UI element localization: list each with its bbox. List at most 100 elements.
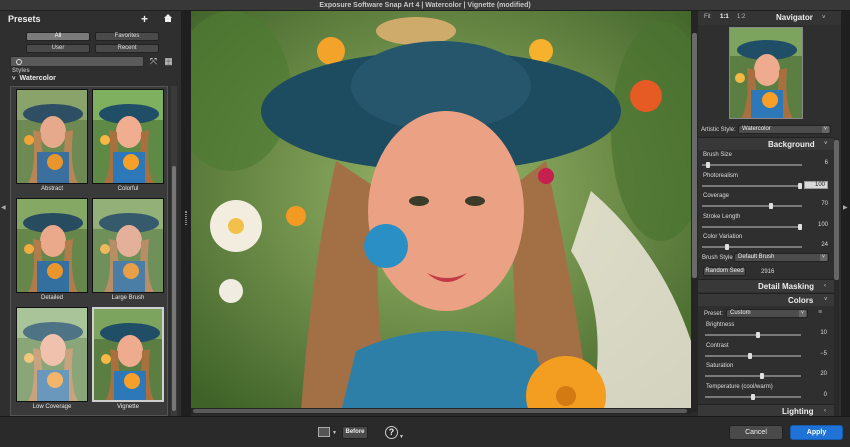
settings-scroll-thumb[interactable] xyxy=(834,140,839,280)
preset-colorful[interactable]: Colorful xyxy=(92,89,164,193)
help-icon[interactable]: ? xyxy=(385,426,398,439)
slider-knob[interactable] xyxy=(706,162,710,168)
slider-label: Coverage xyxy=(703,193,730,199)
slider-label: Color Variation xyxy=(703,234,743,240)
color-preset-dropdown[interactable]: Custom ˅ xyxy=(726,309,808,318)
slider-track[interactable] xyxy=(705,354,801,357)
image-canvas[interactable] xyxy=(191,11,691,412)
slider-track[interactable] xyxy=(705,375,801,377)
styles-section-label: Styles xyxy=(12,68,30,74)
slider-knob[interactable] xyxy=(760,373,764,379)
split-view-icon[interactable] xyxy=(318,427,330,437)
preset-thumbnail xyxy=(16,307,88,402)
background-section-header[interactable]: Background ˅ xyxy=(698,137,834,150)
preset-grid: Abstract Colorful Detailed Large Brush L… xyxy=(10,86,168,416)
slider-track[interactable] xyxy=(702,164,802,166)
group-label: Watercolor xyxy=(19,75,56,82)
search-icon xyxy=(16,59,22,65)
apply-button[interactable]: Apply xyxy=(790,425,843,440)
slider-value[interactable]: 100 xyxy=(804,180,828,189)
filter-recent-button[interactable]: Recent xyxy=(95,44,159,53)
before-button[interactable]: Before xyxy=(342,426,368,439)
chevron-left-icon: ‹ xyxy=(824,408,826,414)
preset-scrollbar[interactable] xyxy=(171,86,177,416)
artistic-style-label: Artistic Style: xyxy=(701,127,736,133)
slider-track[interactable] xyxy=(702,205,802,207)
grid-view-icon[interactable]: ▦ xyxy=(164,57,173,66)
filter-favorites-button[interactable]: Favorites xyxy=(95,32,159,41)
navigator-thumbnail[interactable] xyxy=(729,27,803,119)
detail-masking-section-header[interactable]: Detail Masking ‹ xyxy=(698,279,834,292)
add-preset-icon[interactable]: + xyxy=(141,12,148,26)
vertical-scroll-thumb[interactable] xyxy=(692,33,697,278)
slider-knob[interactable] xyxy=(725,244,729,250)
resize-handle[interactable] xyxy=(185,211,187,225)
slider-knob[interactable] xyxy=(798,182,802,189)
settings-scrollbar[interactable] xyxy=(834,138,839,416)
slider-knob[interactable] xyxy=(751,393,755,400)
snap-art-window: Exposure Software Snap Art 4 | Watercolo… xyxy=(0,0,850,447)
canvas-vertical-scrollbar[interactable] xyxy=(691,11,698,412)
horizontal-scroll-thumb[interactable] xyxy=(193,409,687,413)
slider-value: 6 xyxy=(824,160,828,166)
home-icon[interactable] xyxy=(163,13,173,23)
brush-style-dropdown[interactable]: Default Brush ˅ xyxy=(734,253,829,262)
slider-label: Brush Size xyxy=(703,152,733,158)
watercolor-group[interactable]: ˅ Watercolor xyxy=(12,75,56,82)
random-seed-button[interactable]: Random Seed xyxy=(703,267,746,276)
chevron-down-icon: ˅ xyxy=(12,76,16,82)
zoom-1-1-button[interactable]: 1:1 xyxy=(720,14,729,20)
preset-large-brush[interactable]: Large Brush xyxy=(92,198,164,302)
zoom-fit-button[interactable]: Fit xyxy=(704,14,711,20)
preset-vignette[interactable]: Vignette xyxy=(92,307,164,411)
chevron-down-icon[interactable]: ▼ xyxy=(332,430,337,436)
slider-track[interactable] xyxy=(702,184,802,187)
filter-all-button[interactable]: All xyxy=(26,32,90,41)
slider-label: Saturation xyxy=(706,363,734,369)
cancel-button[interactable]: Cancel xyxy=(729,425,783,440)
preset-detailed[interactable]: Detailed xyxy=(16,198,88,302)
slider-track[interactable] xyxy=(705,334,801,336)
slider-value: 70 xyxy=(821,201,828,207)
bottom-toolbar: ▼ Before ? ▼ Cancel Apply xyxy=(0,416,850,447)
filter-user-button[interactable]: User xyxy=(26,44,90,53)
chevron-down-icon[interactable]: ˅ xyxy=(822,15,826,21)
slider-knob[interactable] xyxy=(748,352,752,359)
artistic-style-dropdown[interactable]: Watercolor ˅ xyxy=(738,125,831,134)
slider-knob[interactable] xyxy=(769,203,773,209)
preset-thumbnail xyxy=(16,198,88,293)
preset-abstract[interactable]: Abstract xyxy=(16,89,88,193)
slider-value: 24 xyxy=(821,242,828,248)
preset-search-input[interactable] xyxy=(10,56,144,67)
preset-thumbnail-selected xyxy=(92,307,164,402)
brush-style-label: Brush Style xyxy=(702,255,733,261)
collapse-right-icon[interactable]: ▶ xyxy=(843,204,848,211)
zoom-1-2-button[interactable]: 1:2 xyxy=(737,14,745,20)
slider-track[interactable] xyxy=(702,225,802,228)
preset-label: Vignette xyxy=(117,404,139,410)
canvas-horizontal-scrollbar[interactable] xyxy=(191,408,691,414)
brush-style-value: Default Brush xyxy=(738,254,775,260)
lighting-title: Lighting xyxy=(782,407,814,416)
slider-knob[interactable] xyxy=(798,223,802,230)
navigator-header: Fit 1:1 1:2 Navigator ˅ xyxy=(698,11,841,25)
preset-thumbnail xyxy=(92,89,164,184)
preset-low-coverage[interactable]: Low Coverage xyxy=(16,307,88,411)
colors-title: Colors xyxy=(788,296,814,305)
panel-divider[interactable] xyxy=(181,11,191,416)
color-preset-label: Preset: xyxy=(704,311,724,317)
collapse-left-icon[interactable]: ◀ xyxy=(1,204,6,211)
colors-section-header[interactable]: Colors ˅ xyxy=(698,293,834,306)
random-seed-value: 2916 xyxy=(761,269,775,275)
slider-knob[interactable] xyxy=(756,332,760,338)
slider-label: Contrast xyxy=(706,342,729,349)
menu-icon[interactable]: ≡ xyxy=(818,309,822,316)
chevron-down-icon: ˅ xyxy=(822,126,829,133)
chevron-down-icon[interactable]: ▼ xyxy=(399,434,404,440)
slider-track[interactable] xyxy=(702,246,802,248)
slider-value: 100 xyxy=(817,221,828,228)
preset-scroll-thumb[interactable] xyxy=(172,166,176,411)
settings-panel: Fit 1:1 1:2 Navigator ˅ Artistic Style: … xyxy=(698,11,841,417)
collapse-all-icon[interactable]: ⤧ xyxy=(149,57,158,66)
preset-label: Large Brush xyxy=(111,295,145,301)
